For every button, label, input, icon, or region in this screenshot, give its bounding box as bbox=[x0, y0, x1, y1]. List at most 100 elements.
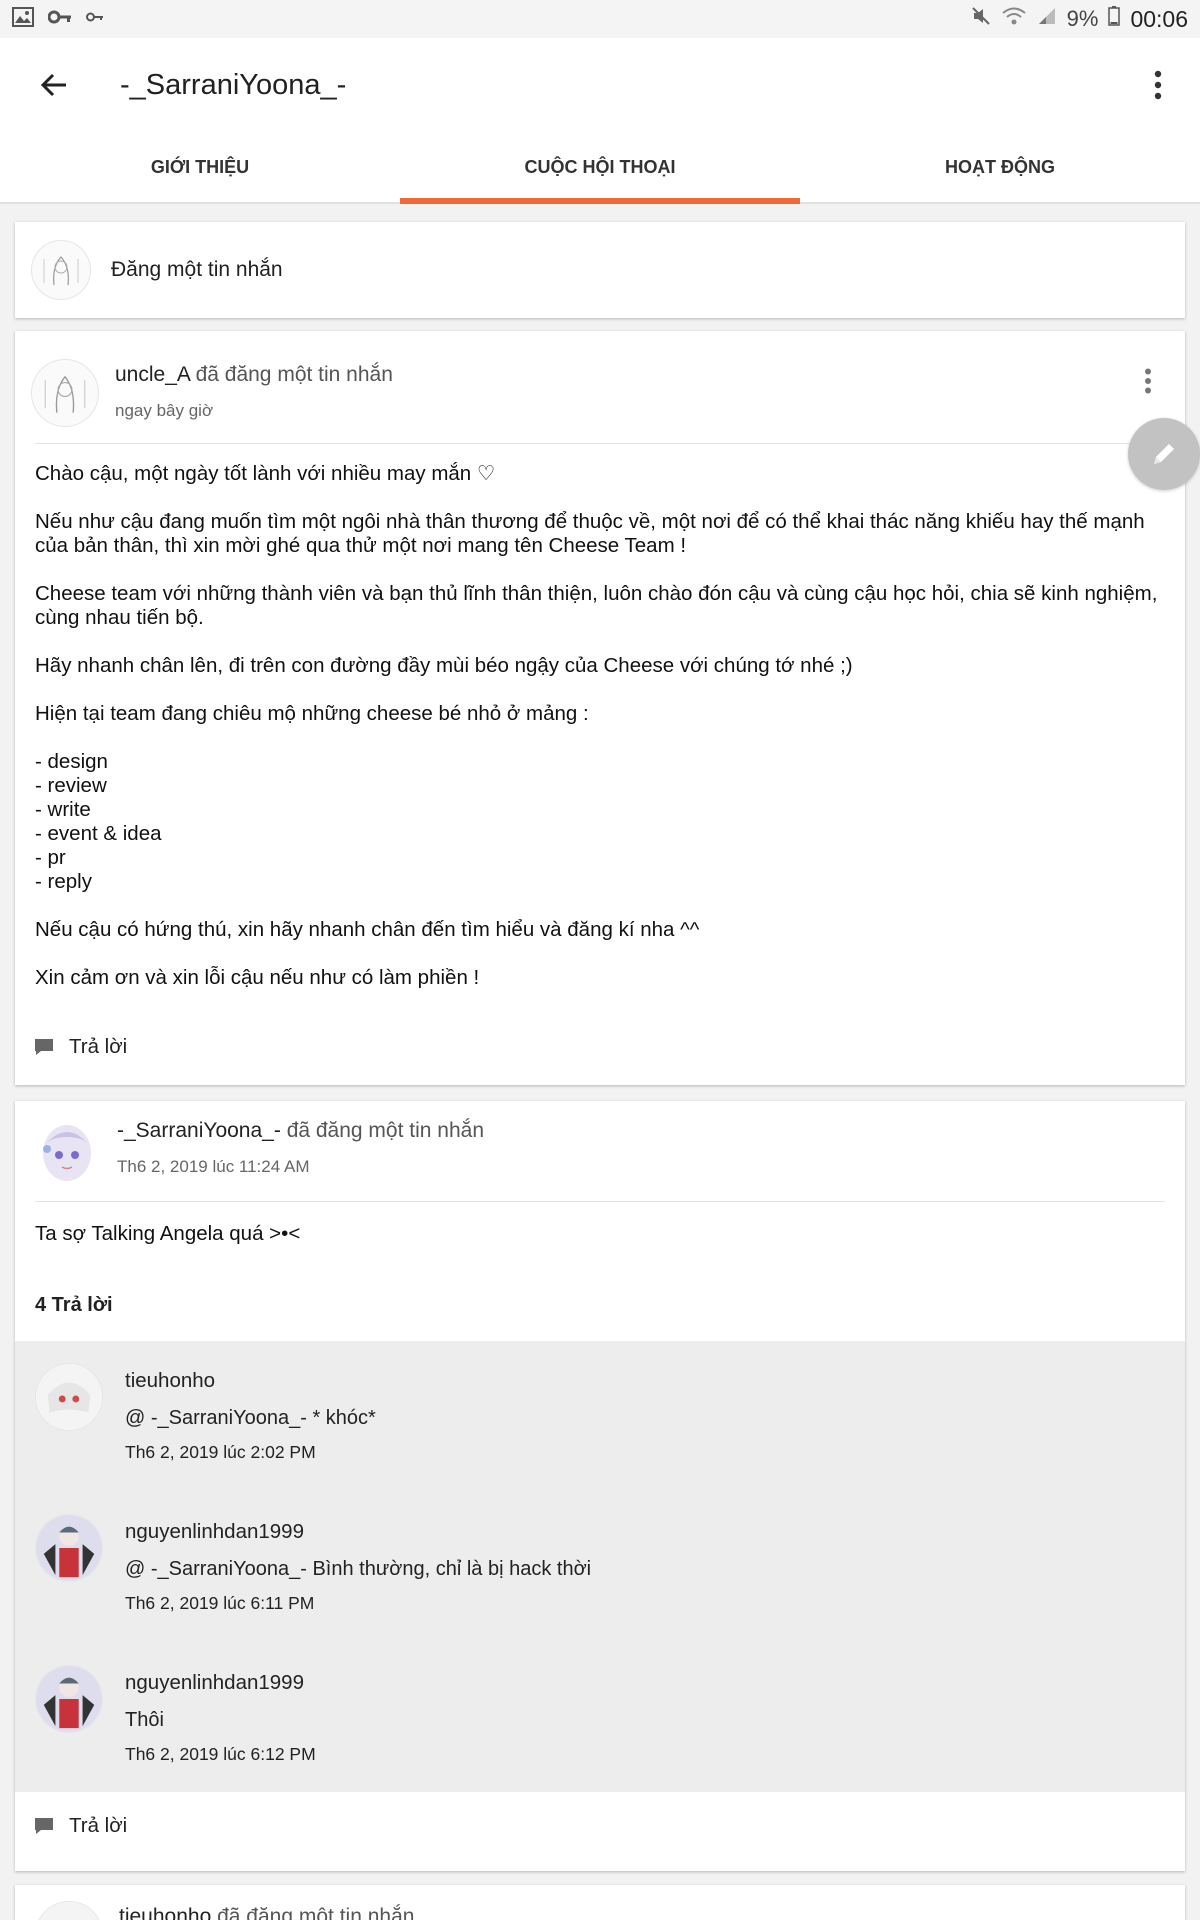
post-body-line bbox=[35, 726, 1165, 750]
post-body-line: Xin cảm ơn và xin lỗi cậu nếu như có làm… bbox=[35, 966, 480, 989]
tab-cuoc-hoi-thoai[interactable]: CUỘC HỘI THOẠI bbox=[400, 132, 800, 204]
tab-hoat-dong[interactable]: HOẠT ĐỘNG bbox=[800, 132, 1200, 202]
battery-icon bbox=[1108, 6, 1121, 32]
reply-message: Thôi bbox=[125, 1709, 164, 1731]
avatar-anime-icon bbox=[36, 1515, 102, 1581]
image-icon bbox=[12, 6, 34, 32]
post-body-line: Cheese team với những thành viên và bạn … bbox=[35, 582, 1164, 629]
avatar-sketch-icon bbox=[44, 375, 86, 413]
post-author[interactable]: tieuhonho bbox=[119, 1905, 211, 1920]
post-action: đã đăng một tin nhắn bbox=[217, 1905, 415, 1920]
post-body-line: - design bbox=[35, 750, 108, 773]
post-action: đã đăng một tin nhắn bbox=[286, 1119, 485, 1142]
reply-item: nguyenlinhdan1999 @ -_SarraniYoona_- Bìn… bbox=[15, 1492, 1185, 1643]
post-card: -_SarraniYoona_- đã đăng một tin nhắn Th… bbox=[15, 1101, 1185, 1871]
avatar[interactable] bbox=[35, 1665, 103, 1733]
key-icon bbox=[47, 9, 72, 30]
comment-icon bbox=[35, 1039, 53, 1055]
avatar-anime-icon bbox=[36, 1902, 102, 1920]
post-body-line bbox=[35, 894, 1165, 918]
pencil-icon bbox=[1154, 444, 1174, 464]
post-time: Th6 2, 2019 lúc 11:24 AM bbox=[117, 1157, 310, 1176]
edit-fab-button[interactable] bbox=[1128, 418, 1200, 490]
signal-icon bbox=[1037, 6, 1057, 32]
avatar[interactable] bbox=[35, 1514, 103, 1582]
post-body-line: Hãy nhanh chân lên, đi trên con đường đầ… bbox=[35, 654, 853, 677]
post-body-line: - review bbox=[35, 774, 107, 797]
post-body-line: - reply bbox=[35, 870, 92, 893]
app-bar: -_SarraniYoona_- bbox=[0, 38, 1200, 132]
reply-label: Trả lời bbox=[69, 1035, 128, 1058]
arrow-left-icon bbox=[40, 73, 66, 97]
reply-mention[interactable]: @ -_SarraniYoona_- bbox=[125, 1407, 307, 1429]
post-body-line: - pr bbox=[35, 846, 66, 869]
avatar-anime-icon bbox=[36, 1364, 102, 1430]
avatar[interactable] bbox=[35, 1363, 103, 1431]
tab-bar: GIỚI THIỆU CUỘC HỘI THOẠI HOẠT ĐỘNG bbox=[0, 132, 1200, 204]
reply-text: @ -_SarraniYoona_- Bình thường, chỉ là b… bbox=[125, 1558, 591, 1581]
more-vert-icon bbox=[1145, 368, 1151, 394]
composer-placeholder: Đăng một tin nhắn bbox=[111, 258, 283, 281]
mute-icon bbox=[971, 6, 991, 32]
avatar-sketch-icon bbox=[43, 256, 79, 286]
replies-list: tieuhonho @ -_SarraniYoona_- * khóc* Th6… bbox=[15, 1341, 1185, 1792]
post-body-line bbox=[35, 558, 1165, 582]
reply-button[interactable]: Trả lời bbox=[15, 1792, 1185, 1860]
reply-message: Bình thường, chỉ là bị hack thời bbox=[312, 1558, 592, 1580]
reply-time: Th6 2, 2019 lúc 6:12 PM bbox=[125, 1744, 316, 1764]
post-author-line: uncle_A đã đăng một tin nhắn bbox=[115, 363, 393, 387]
reply-text: Thôi bbox=[125, 1709, 316, 1732]
post-body-line bbox=[35, 486, 1165, 510]
post-body: Ta sợ Talking Angela quá >•< bbox=[15, 1202, 1185, 1246]
post-body-line: Ta sợ Talking Angela quá >•< bbox=[35, 1222, 301, 1245]
reply-message: * khóc* bbox=[312, 1407, 376, 1429]
reply-time: Th6 2, 2019 lúc 2:02 PM bbox=[125, 1442, 316, 1462]
post-body-line: Nếu như cậu đang muốn tìm một ngôi nhà t… bbox=[35, 510, 1151, 557]
post-body-line: - write bbox=[35, 798, 91, 821]
reply-text: @ -_SarraniYoona_- * khóc* bbox=[125, 1407, 376, 1430]
post-body: Chào cậu, một ngày tốt lành với nhiều ma… bbox=[15, 444, 1185, 990]
clock: 00:06 bbox=[1130, 5, 1188, 32]
status-bar: 9% 00:06 bbox=[0, 0, 1200, 38]
avatar bbox=[31, 240, 91, 300]
avatar[interactable] bbox=[31, 359, 99, 427]
replies-count[interactable]: 4 Trả lời bbox=[15, 1294, 1185, 1317]
post-time: ngay bây giờ bbox=[115, 401, 214, 420]
reply-author[interactable]: nguyenlinhdan1999 bbox=[125, 1671, 316, 1695]
post-action: đã đăng một tin nhắn bbox=[195, 363, 393, 386]
battery-percent: 9% bbox=[1066, 6, 1099, 31]
post-author[interactable]: uncle_A bbox=[115, 363, 190, 386]
avatar[interactable] bbox=[33, 1115, 101, 1189]
reply-label: Trả lời bbox=[69, 1814, 128, 1837]
post-card: uncle_A đã đăng một tin nhắn ngay bây gi… bbox=[15, 331, 1185, 1085]
reply-time: Th6 2, 2019 lúc 6:11 PM bbox=[125, 1593, 315, 1613]
post-body-line bbox=[35, 678, 1165, 702]
comment-icon bbox=[35, 1818, 53, 1834]
reply-item: nguyenlinhdan1999 Thôi Th6 2, 2019 lúc 6… bbox=[15, 1643, 1185, 1794]
avatar-anime-icon bbox=[43, 1125, 91, 1181]
reply-author[interactable]: tieuhonho bbox=[125, 1369, 376, 1393]
post-body-line: Hiện tại team đang chiêu mộ những cheese… bbox=[35, 702, 589, 725]
post-card: tieuhonho đã đăng một tin nhắn bbox=[15, 1885, 1185, 1920]
post-body-line: Chào cậu, một ngày tốt lành với nhiều ma… bbox=[35, 462, 496, 485]
post-composer[interactable]: Đăng một tin nhắn bbox=[15, 222, 1185, 318]
reply-button[interactable]: Trả lời bbox=[15, 1013, 145, 1081]
post-body-line: Nếu cậu có hứng thú, xin hãy nhanh chân … bbox=[35, 918, 700, 941]
reply-item: tieuhonho @ -_SarraniYoona_- * khóc* Th6… bbox=[15, 1341, 1185, 1492]
wifi-icon bbox=[1001, 6, 1027, 32]
avatar[interactable] bbox=[35, 1901, 103, 1920]
post-menu-button[interactable] bbox=[1133, 361, 1163, 401]
post-body-line bbox=[35, 630, 1165, 654]
avatar-anime-icon bbox=[36, 1666, 102, 1732]
post-body-line: - event & idea bbox=[35, 822, 162, 845]
post-author[interactable]: -_SarraniYoona_- bbox=[117, 1119, 281, 1142]
reply-mention[interactable]: @ -_SarraniYoona_- bbox=[125, 1558, 307, 1580]
key-small-icon bbox=[86, 10, 104, 28]
reply-author[interactable]: nguyenlinhdan1999 bbox=[125, 1520, 591, 1544]
overflow-menu-button[interactable] bbox=[1128, 45, 1188, 125]
page-title: -_SarraniYoona_- bbox=[120, 68, 347, 101]
back-button[interactable] bbox=[14, 45, 94, 125]
tab-gioi-thieu[interactable]: GIỚI THIỆU bbox=[0, 132, 400, 202]
more-vert-icon bbox=[1154, 70, 1162, 100]
post-body-line bbox=[35, 942, 1165, 966]
